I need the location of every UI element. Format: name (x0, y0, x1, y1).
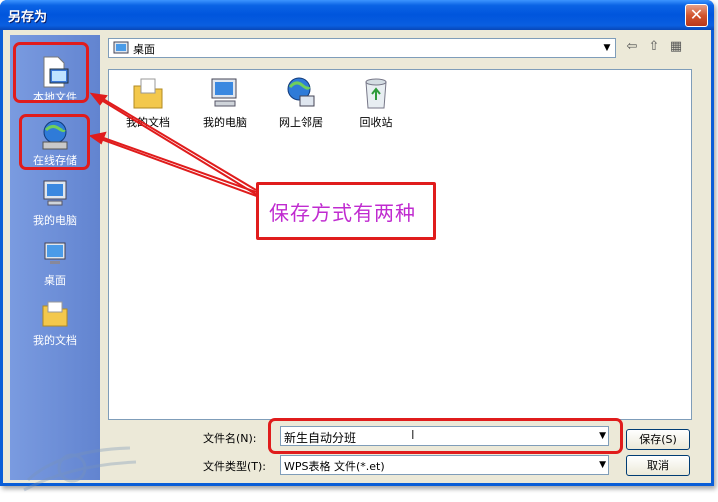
annotation-callout: 保存方式有两种 (256, 182, 436, 240)
watermark-logo (23, 446, 137, 492)
annotation-arrows (88, 92, 263, 199)
annotation-text: 保存方式有两种 (269, 201, 416, 225)
